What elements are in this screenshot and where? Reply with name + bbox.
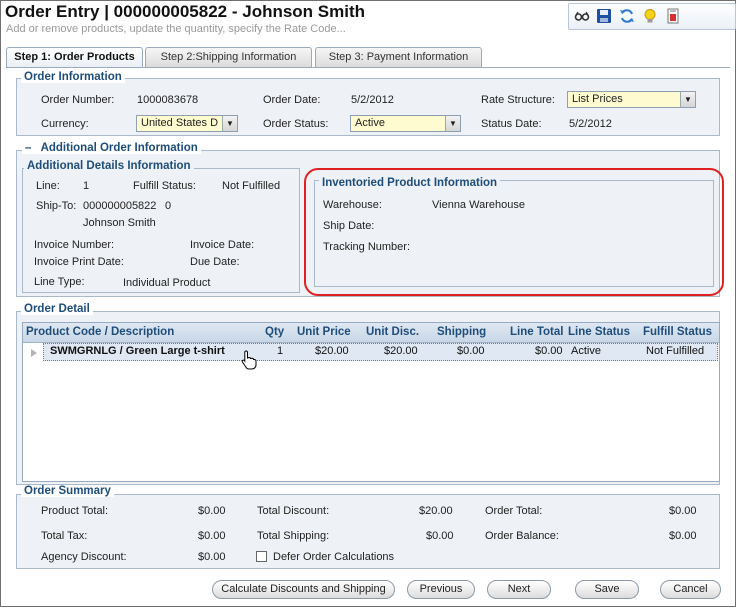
row-line-status: Active: [571, 345, 601, 357]
column-header-unit-disc[interactable]: Unit Disc.: [366, 326, 419, 338]
save-button[interactable]: Save: [575, 580, 639, 599]
rate-structure-select[interactable]: List Prices ▼: [567, 91, 696, 108]
order-balance-value: $0.00: [669, 530, 697, 542]
line-type-value: Individual Product: [123, 277, 211, 289]
order-detail-title: Order Detail: [21, 303, 93, 315]
order-number-value: 1000083678: [137, 94, 199, 106]
order-summary-title: Order Summary: [21, 485, 114, 497]
calculate-discounts-button[interactable]: Calculate Discounts and Shipping: [212, 580, 395, 599]
lightbulb-icon[interactable]: [642, 8, 658, 24]
ship-to-id: 000000005822: [83, 200, 157, 212]
order-status-label: Order Status:: [263, 118, 329, 130]
row-shipping: $0.00: [457, 345, 485, 357]
defer-calculations-checkbox[interactable]: [256, 551, 267, 562]
tab-payment-information[interactable]: Step 3: Payment Information: [315, 47, 482, 67]
next-button[interactable]: Next: [487, 580, 551, 599]
rate-structure-value: List Prices: [572, 93, 623, 105]
previous-button[interactable]: Previous: [407, 580, 475, 599]
total-shipping-value: $0.00: [426, 530, 454, 542]
product-total-value: $0.00: [198, 505, 226, 517]
order-date-label: Order Date:: [263, 94, 321, 106]
column-header-qty[interactable]: Qty: [265, 326, 284, 338]
collapse-toggle[interactable]: –: [25, 142, 31, 154]
ship-to-number: 0: [165, 200, 172, 212]
invoice-date-label: Invoice Date:: [190, 239, 255, 251]
chevron-down-icon[interactable]: ▼: [222, 116, 237, 131]
tab-order-products[interactable]: Step 1: Order Products: [6, 47, 143, 68]
row-product[interactable]: SWMGRNLG / Green Large t-shirt: [50, 345, 225, 357]
grid-header: Product Code / Description Qty Unit Pric…: [23, 323, 719, 343]
column-header-unit-price[interactable]: Unit Price: [297, 326, 351, 338]
chevron-down-icon[interactable]: ▼: [445, 116, 460, 131]
line-label: Line:: [36, 180, 60, 192]
row-unit-price: $20.00: [315, 345, 349, 357]
order-total-value: $0.00: [669, 505, 697, 517]
row-qty: 1: [277, 345, 284, 357]
row-unit-disc: $20.00: [384, 345, 418, 357]
line-value: 1: [83, 180, 90, 192]
status-date-label: Status Date:: [481, 118, 542, 130]
tab-shipping-information[interactable]: Step 2:Shipping Information: [145, 47, 312, 67]
order-balance-label: Order Balance:: [485, 530, 559, 542]
line-type-label: Line Type:: [34, 276, 85, 288]
cancel-button[interactable]: Cancel: [660, 580, 721, 599]
status-date-value: 5/2/2012: [569, 118, 612, 130]
total-discount-label: Total Discount:: [257, 505, 330, 517]
report-icon[interactable]: [665, 8, 681, 24]
glasses-icon[interactable]: [574, 8, 590, 24]
chevron-down-icon[interactable]: ▼: [680, 92, 695, 107]
column-header-line-total[interactable]: Line Total: [510, 326, 563, 338]
defer-calculations-label: Defer Order Calculations: [273, 551, 395, 563]
currency-select[interactable]: United States D ▼: [136, 115, 238, 132]
agency-discount-value: $0.00: [198, 551, 226, 563]
additional-order-information-header[interactable]: – Additional Order Information: [22, 142, 201, 154]
refresh-icon[interactable]: [619, 8, 635, 24]
currency-label: Currency:: [41, 118, 89, 130]
due-date-label: Due Date:: [190, 256, 240, 268]
row-line-total: $0.00: [535, 345, 563, 357]
total-discount-value: $20.00: [419, 505, 453, 517]
column-header-product[interactable]: Product Code / Description: [26, 326, 174, 338]
agency-discount-label: Agency Discount:: [41, 551, 127, 563]
column-header-fulfill-status[interactable]: Fulfill Status: [643, 326, 712, 338]
total-tax-label: Total Tax:: [41, 530, 88, 542]
order-information-title: Order Information: [21, 71, 125, 83]
row-fulfill-status: Not Fulfilled: [646, 345, 705, 357]
product-total-label: Product Total:: [41, 505, 109, 517]
additional-details-title: Additional Details Information: [24, 160, 194, 172]
column-header-shipping[interactable]: Shipping: [437, 326, 486, 338]
fulfill-status-value: Not Fulfilled: [222, 180, 281, 192]
order-number-label: Order Number:: [41, 94, 115, 106]
column-header-line-status[interactable]: Line Status: [568, 326, 630, 338]
order-date-value: 5/2/2012: [351, 94, 394, 106]
order-status-select[interactable]: Active ▼: [350, 115, 461, 132]
toolbar: [568, 3, 736, 30]
total-shipping-label: Total Shipping:: [257, 530, 330, 542]
callout-highlight: [304, 168, 724, 296]
additional-order-information-title: Additional Order Information: [40, 142, 198, 154]
row-expand-icon[interactable]: [31, 348, 37, 360]
order-status-value: Active: [355, 117, 385, 129]
invoice-number-label: Invoice Number:: [34, 239, 115, 251]
order-detail-grid: Product Code / Description Qty Unit Pric…: [22, 322, 720, 482]
ship-to-name: Johnson Smith: [83, 217, 156, 229]
ship-to-label: Ship-To:: [36, 200, 77, 212]
page-title: Order Entry | 000000005822 - Johnson Smi…: [5, 2, 366, 21]
order-total-label: Order Total:: [485, 505, 543, 517]
hand-cursor-icon: [241, 350, 257, 373]
currency-value: United States D: [141, 117, 219, 129]
page-subtitle: Add or remove products, update the quant…: [6, 23, 346, 35]
tab-divider: [6, 67, 730, 68]
invoice-print-date-label: Invoice Print Date:: [34, 256, 124, 268]
fulfill-status-label: Fulfill Status:: [133, 180, 196, 192]
save-icon[interactable]: [596, 8, 612, 24]
total-tax-value: $0.00: [198, 530, 226, 542]
rate-structure-label: Rate Structure:: [481, 94, 555, 106]
